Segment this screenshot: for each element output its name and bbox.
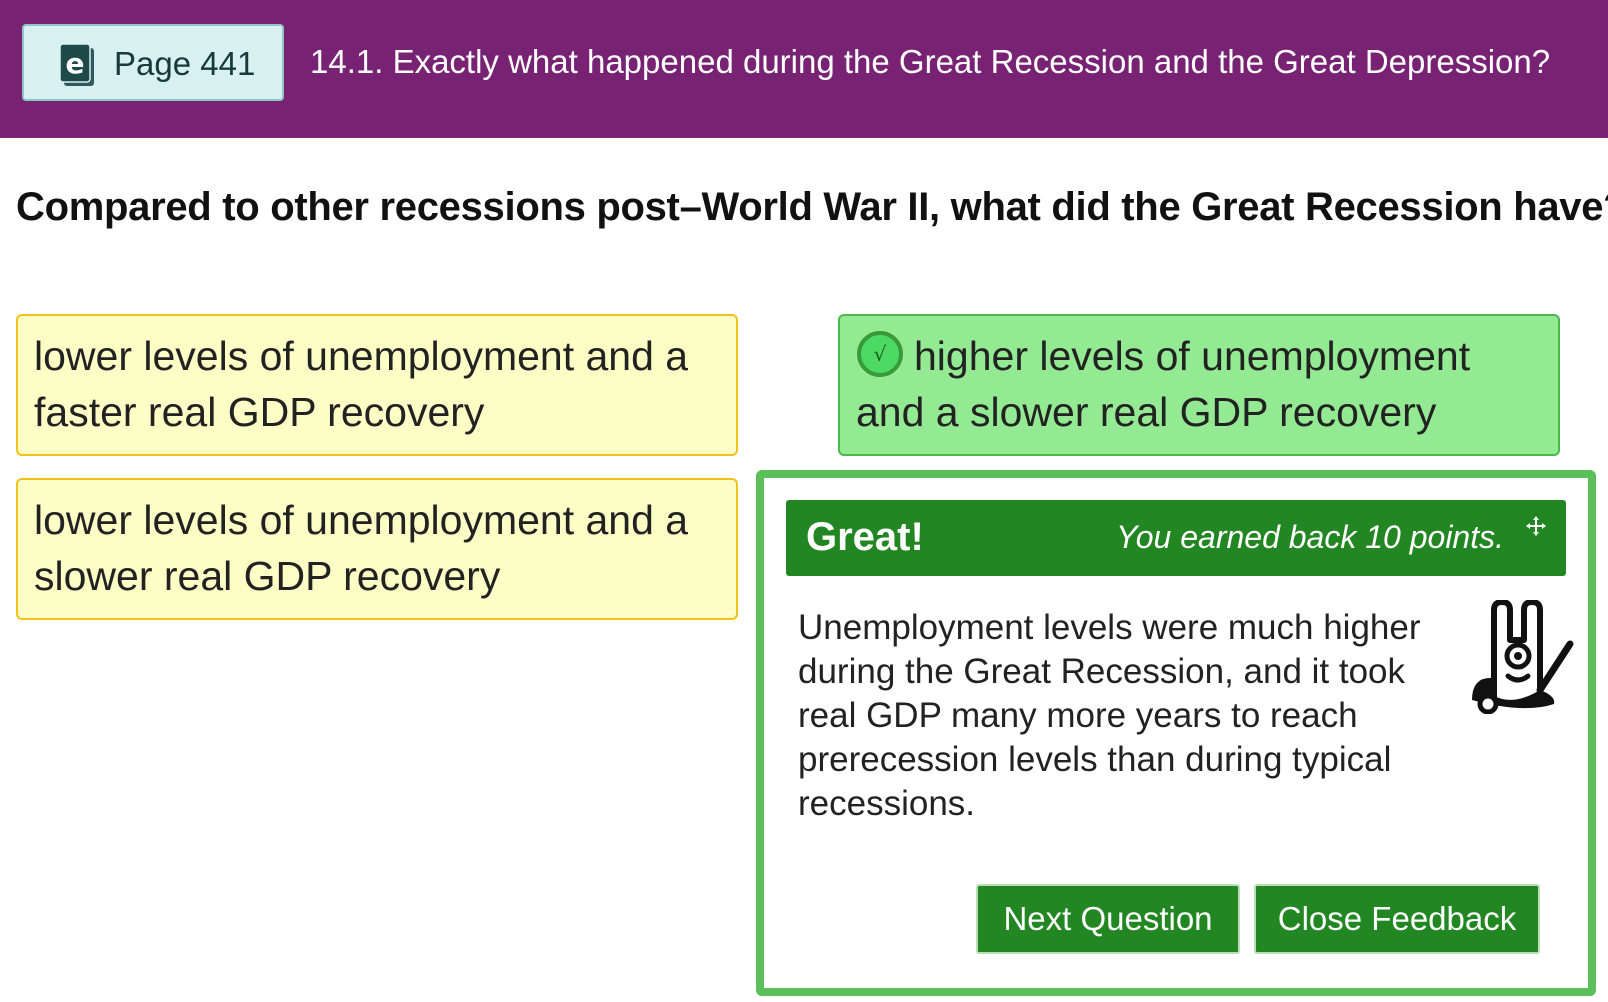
close-feedback-button[interactable]: Close Feedback [1254,884,1540,954]
answer-option-3[interactable]: lower levels of unemployment and a slowe… [16,478,738,620]
ebook-page-button[interactable]: e Page 441 [22,24,284,101]
feedback-panel: Great! You earned back 10 points. Unempl… [756,470,1596,996]
answer-option-3-label: lower levels of unemployment and a slowe… [34,497,689,599]
svg-text:e: e [66,47,85,80]
next-question-button[interactable]: Next Question [976,884,1240,954]
answer-option-2[interactable]: √ higher levels of unemployment and a sl… [838,314,1560,456]
check-circle-icon: √ [857,331,903,378]
points-message: You earned back 10 points. [1116,519,1504,555]
ebook-icon: e [59,43,94,86]
feedback-header[interactable]: Great! You earned back 10 points. [786,500,1566,576]
move-icon[interactable] [1524,514,1548,538]
svg-text:√: √ [874,342,887,366]
feedback-explanation: Unemployment levels were much higher dur… [798,608,1421,823]
mascot-icon [1472,600,1574,714]
top-bar: e Page 441 14.1. Exactly what happened d… [0,0,1608,138]
answer-option-1[interactable]: lower levels of unemployment and a faste… [16,314,738,456]
answer-option-2-label: higher levels of unemployment and a slow… [856,333,1471,435]
answer-option-1-label: lower levels of unemployment and a faste… [34,333,689,435]
question-text: Compared to other recessions post–World … [16,185,1608,229]
feedback-title: Great! [806,515,924,559]
page-label: Page 441 [114,45,256,82]
section-title: 14.1. Exactly what happened during the G… [310,43,1551,80]
